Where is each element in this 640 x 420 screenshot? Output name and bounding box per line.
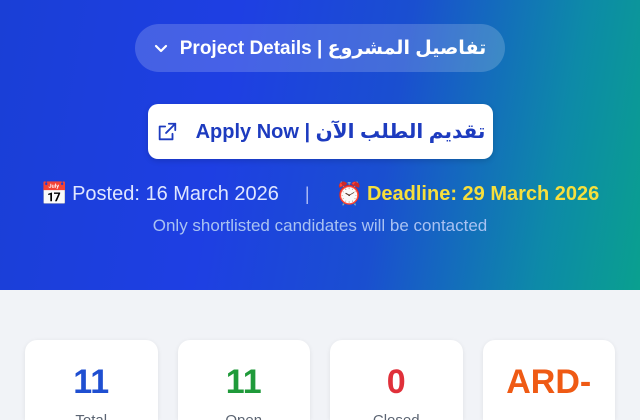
stats-row: 11 Total 11 Open 0 Closed ARD-	[25, 340, 615, 420]
calendar-icon: 📅	[40, 181, 69, 206]
dates-row: 📅 Posted: 16 March 2026 | ⏰ Deadline: 29…	[0, 178, 640, 210]
alarm-clock-icon: ⏰	[335, 181, 363, 206]
project-details-label: Project Details | تفاصيل المشروع	[179, 37, 487, 59]
hero-banner: Project Details | تفاصيل المشروع Apply N…	[0, 0, 640, 290]
deadline-date: Deadline: 29 March 2026	[366, 182, 600, 205]
project-details-toggle[interactable]: Project Details | تفاصيل المشروع	[135, 24, 505, 72]
stat-card-reference: ARD-	[482, 340, 615, 420]
stat-value-open: 11	[225, 363, 262, 401]
stat-value-closed: 0	[386, 363, 406, 401]
shortlist-note: Only shortlisted candidates will be cont…	[152, 216, 488, 235]
stat-label-total: Total	[25, 412, 158, 420]
external-link-icon	[158, 122, 176, 140]
posted-date: Posted: 16 March 2026	[72, 182, 279, 205]
stat-card-open: 11 Open	[177, 340, 311, 420]
chevron-down-icon	[154, 44, 167, 53]
stat-label-open: Open	[178, 412, 311, 420]
date-separator: |	[304, 183, 310, 204]
stat-value-total: 11	[73, 363, 110, 401]
stat-value-reference: ARD-	[506, 363, 592, 401]
stat-card-closed: 0 Closed	[330, 340, 463, 420]
stat-label-closed: Closed	[330, 412, 463, 420]
stat-card-total: 11 Total	[25, 340, 158, 420]
apply-now-label: Apply Now | تقديم الطلب الآن	[195, 121, 486, 143]
apply-now-button[interactable]: Apply Now | تقديم الطلب الآن	[148, 104, 493, 159]
